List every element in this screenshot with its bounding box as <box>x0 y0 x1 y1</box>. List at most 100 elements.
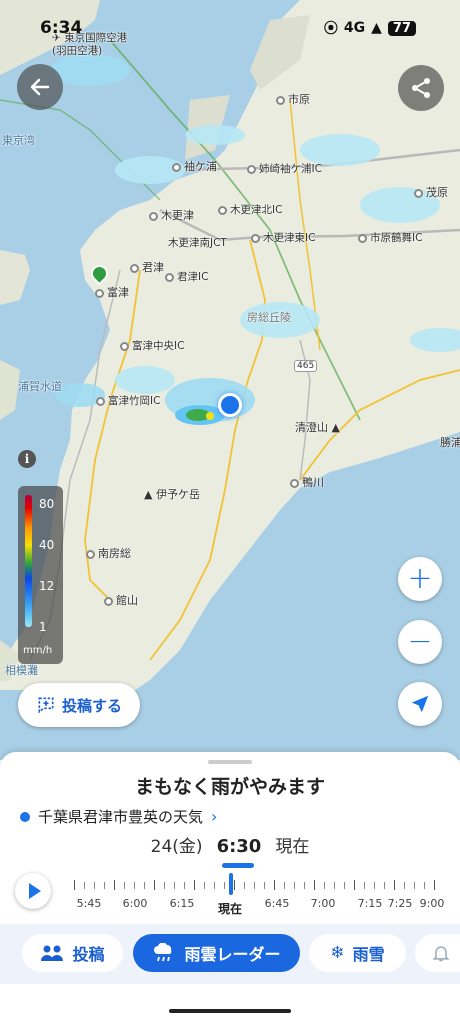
timeline-tick <box>174 882 175 889</box>
timeline-tick <box>284 882 285 889</box>
place-bosokyuryo: 房総丘陵 <box>247 311 291 324</box>
station-icon <box>290 478 299 488</box>
chevron-right-icon: › <box>211 807 218 826</box>
info-icon[interactable]: i <box>18 450 36 468</box>
timeline-tick <box>154 880 155 890</box>
status-time: 6:34 <box>40 18 83 38</box>
time-display: 24(金) 6:30 現在 <box>0 832 460 857</box>
ic-icon <box>218 205 227 215</box>
place-tokyowan: 東京湾 <box>2 134 35 147</box>
plus-icon: + <box>407 561 433 596</box>
timeline-tick <box>74 880 75 890</box>
current-location-icon[interactable] <box>218 393 242 417</box>
place-kisarazuhigashi-ic: 木更津東IC <box>251 230 315 245</box>
location-name: 千葉県君津市豊英の天気 <box>38 808 204 826</box>
place-kimitsu: 君津 <box>130 259 164 275</box>
zoom-in-button[interactable]: + <box>398 557 442 601</box>
snow-icon: ❄ <box>330 943 345 963</box>
navigation-arrow-icon <box>411 695 429 713</box>
tab-alerts[interactable] <box>415 934 460 972</box>
timeline-tick <box>354 880 355 890</box>
zoom-out-button[interactable]: − <box>398 620 442 664</box>
tab-rain-radar[interactable]: 雨雲レーダー <box>133 934 300 972</box>
timeline-tick <box>84 882 85 889</box>
timeline-tick <box>274 880 275 890</box>
tab-rain-snow[interactable]: ❄ 雨雪 <box>309 934 406 972</box>
place-futtsu: 富津 <box>95 284 129 300</box>
arrow-left-icon <box>30 78 50 96</box>
place-tateyama: 館山 <box>104 592 138 608</box>
place-kamogawa: 鴨川 <box>290 474 324 490</box>
timeline-slider[interactable] <box>70 878 446 894</box>
share-icon <box>412 78 430 98</box>
status-bar: 6:34 ⦿ 4G ▲ 77 <box>0 0 460 50</box>
rainfall-legend: 80 40 12 1 mm/h <box>18 486 63 664</box>
station-icon <box>172 162 181 172</box>
rain-cloud-icon <box>154 943 172 962</box>
timeline-tick <box>244 882 245 889</box>
station-icon <box>149 211 158 221</box>
my-location-button[interactable] <box>398 682 442 726</box>
minus-icon: − <box>407 624 433 659</box>
timeline-tick <box>234 880 235 890</box>
place-ichiharatsurumai-ic: 市原鶴舞IC <box>358 230 422 245</box>
legend-color-bar <box>25 495 32 627</box>
timeline-label: 7:00 <box>310 897 336 910</box>
sheet-handle[interactable] <box>208 760 252 764</box>
timeline-tick <box>164 882 165 889</box>
timeline-cursor[interactable] <box>229 873 233 895</box>
post-report-button[interactable]: 投稿する <box>18 683 140 727</box>
network-label: 4G <box>343 20 366 36</box>
bell-icon <box>432 946 450 962</box>
place-kisarazu: 木更津 <box>149 207 194 223</box>
back-button[interactable] <box>17 64 63 110</box>
ic-icon <box>251 233 260 243</box>
tab-posts[interactable]: 投稿 <box>22 934 123 972</box>
station-icon <box>130 263 139 273</box>
now-indicator <box>222 863 254 868</box>
place-futtsutakeoka-ic: 富津竹岡IC <box>96 393 160 408</box>
post-bubble-icon <box>38 697 54 714</box>
timeline-tick <box>224 882 225 889</box>
ic-icon <box>165 272 174 282</box>
play-button[interactable] <box>15 873 51 909</box>
place-uragasuido: 浦賀水道 <box>18 380 62 393</box>
place-minamiboso: 南房総 <box>86 545 131 561</box>
station-icon <box>104 596 113 606</box>
timeline-tick <box>254 882 255 889</box>
timeline-label: 6:15 <box>169 897 195 910</box>
radar-map[interactable]: ✈ 東京国際空港 (羽田空港) 市原 袖ケ浦 姉崎袖ケ浦IC 木更津 木更津北IC… <box>0 0 460 760</box>
location-status-icon: ⦿ <box>323 21 338 37</box>
timeline-tick <box>264 882 265 889</box>
legend-label-40: 40 <box>39 538 55 552</box>
people-icon <box>41 945 64 961</box>
place-anesaki-ic: 姉崎袖ケ浦IC <box>247 161 322 176</box>
timeline-tick <box>204 882 205 889</box>
timeline-label: 9:00 <box>419 897 445 910</box>
home-indicator <box>169 1009 291 1013</box>
timeline-tick <box>94 882 95 889</box>
timeline-tick <box>404 882 405 889</box>
map-base <box>0 0 460 700</box>
ic-icon <box>120 341 129 351</box>
timeline-tick <box>324 882 325 889</box>
timeline-tick <box>344 882 345 889</box>
timeline-tick <box>294 882 295 889</box>
tab-rain-snow-label: 雨雪 <box>352 945 385 964</box>
share-button[interactable] <box>398 65 444 111</box>
timeline-tick <box>314 880 315 890</box>
legend-unit: mm/h <box>23 645 53 656</box>
place-ichihara: 市原 <box>276 91 310 107</box>
signal-icon: ▲ <box>371 20 382 36</box>
place-kisarazukita-ic: 木更津北IC <box>218 202 282 217</box>
timeline-label: 5:45 <box>76 897 102 910</box>
rain-headline: まもなく雨がやみます <box>134 776 325 798</box>
location-link[interactable]: 千葉県君津市豊英の天気 › <box>20 806 217 827</box>
timeline-tick <box>104 882 105 889</box>
station-icon <box>86 549 95 559</box>
timeline-tick <box>134 882 135 889</box>
bottom-nav: 投稿 雨雲レーダー ❄ 雨雪 <box>0 924 460 984</box>
place-kiyosumiyama: 清澄山 ▲ <box>295 421 340 434</box>
timeline-tick <box>374 882 375 889</box>
place-iyogatake: ▲ 伊予ケ岳 <box>144 488 200 501</box>
